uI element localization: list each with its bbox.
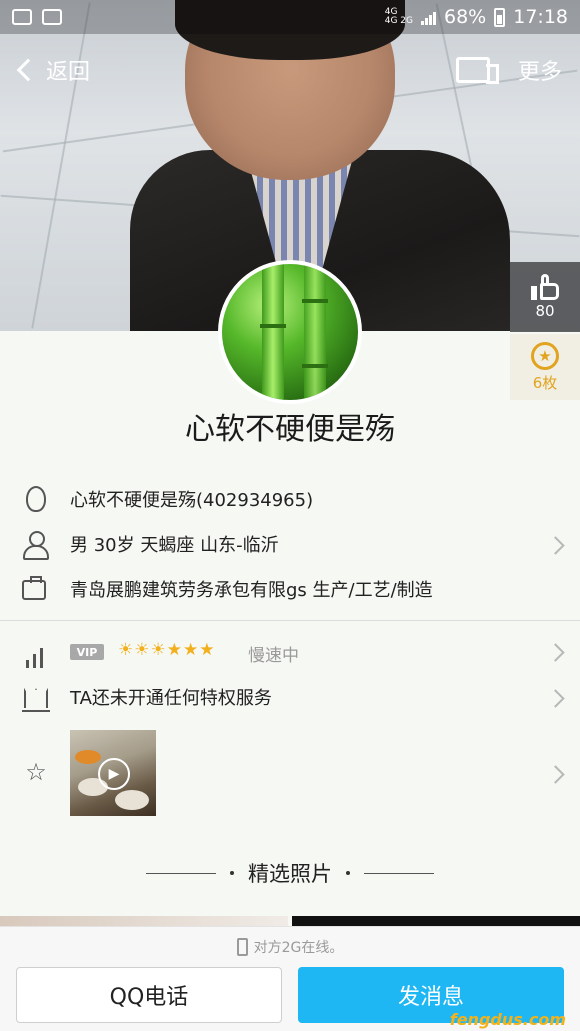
- job-row: 青岛展鹏建筑劳务承包有限gs 生产/工艺/制造: [0, 572, 580, 606]
- briefcase-icon: [22, 576, 46, 600]
- watermark: fengdus.com: [449, 1010, 566, 1029]
- speed-status: 慢速中: [248, 646, 299, 666]
- network-type-indicator: 4G 4G 2G: [384, 7, 413, 26]
- level-icons: ☀ ☀ ☀ ★ ★ ★: [118, 640, 215, 660]
- badge-count: 6枚: [532, 373, 558, 392]
- qzone-video-thumbnail[interactable]: ▶: [70, 730, 156, 816]
- basic-info-row[interactable]: 男 30岁 天蝎座 山东-临沂: [0, 527, 580, 561]
- message-notification-icon: [12, 9, 32, 25]
- back-label: 返回: [46, 60, 91, 85]
- signal-icon: [421, 9, 436, 25]
- status-bar: 4G 4G 2G 68% 17:18: [0, 0, 580, 34]
- basic-info-text: 男 30岁 天蝎座 山东-临沂: [70, 535, 279, 556]
- battery-icon: [494, 7, 506, 27]
- featured-photos-title: 精选照片: [248, 862, 332, 886]
- video-call-icon[interactable]: [455, 57, 499, 84]
- thumbs-up-icon: [531, 274, 559, 300]
- bowl-shape: [75, 750, 101, 764]
- star-level-icon: ★: [166, 640, 182, 660]
- image-notification-icon: [42, 9, 62, 25]
- chevron-left-icon: [16, 58, 40, 82]
- star-level-icon: ★: [199, 640, 215, 660]
- like-count: 80: [535, 302, 555, 320]
- chevron-right-icon: [546, 765, 565, 784]
- nickname: 心软不硬便是殇: [185, 412, 395, 447]
- featured-photo[interactable]: [0, 916, 288, 926]
- online-status-text: 对方2G在线。: [253, 940, 344, 956]
- online-status: 对方2G在线。: [0, 937, 580, 957]
- divider: [0, 620, 580, 621]
- sun-level-icon: ☀: [134, 640, 150, 660]
- badge-button[interactable]: ★ 6枚: [510, 334, 580, 400]
- phone-icon: [236, 938, 248, 956]
- star-medal-icon: ★: [531, 341, 559, 370]
- level-row[interactable]: VIP ☀ ☀ ☀ ★ ★ ★ 慢速中: [0, 636, 580, 668]
- play-icon: ▶: [98, 758, 130, 790]
- featured-photo[interactable]: [292, 916, 580, 926]
- crown-icon: [22, 684, 50, 712]
- privilege-row[interactable]: TA还未开通任何特权服务: [0, 680, 580, 714]
- sun-level-icon: ☀: [118, 640, 134, 660]
- like-button[interactable]: 80: [510, 262, 580, 332]
- featured-photo-strip[interactable]: [0, 916, 580, 926]
- featured-photos-header: 精选照片: [0, 858, 580, 888]
- avatar[interactable]: [218, 260, 362, 404]
- job-text: 青岛展鹏建筑劳务承包有限gs 生产/工艺/制造: [70, 580, 433, 601]
- star-level-icon: ★: [183, 640, 199, 660]
- chevron-right-icon: [546, 643, 565, 662]
- bottom-action-bar: 对方2G在线。 QQ电话 发消息 fengdus.com: [0, 926, 580, 1031]
- qq-account-row: 心软不硬便是殇(402934965): [0, 482, 580, 516]
- chevron-right-icon: [546, 536, 565, 555]
- person-icon: [22, 531, 50, 560]
- plate-shape: [115, 790, 149, 810]
- back-button[interactable]: 返回: [0, 54, 90, 86]
- qzone-star-icon: ☆: [25, 758, 47, 786]
- sun-level-icon: ☀: [150, 640, 166, 660]
- clock: 17:18: [513, 6, 568, 28]
- vip-tag: VIP: [70, 644, 104, 660]
- top-navigation: 返回 更多: [0, 48, 580, 92]
- penguin-icon: [26, 486, 46, 512]
- chevron-right-icon: [546, 689, 565, 708]
- more-button[interactable]: 更多: [518, 54, 562, 86]
- battery-percent: 68%: [444, 6, 487, 28]
- privilege-text: TA还未开通任何特权服务: [70, 688, 272, 709]
- qq-call-button[interactable]: QQ电话: [16, 967, 282, 1023]
- level-up-icon: [22, 640, 50, 668]
- qq-account-text: 心软不硬便是殇(402934965): [70, 490, 314, 511]
